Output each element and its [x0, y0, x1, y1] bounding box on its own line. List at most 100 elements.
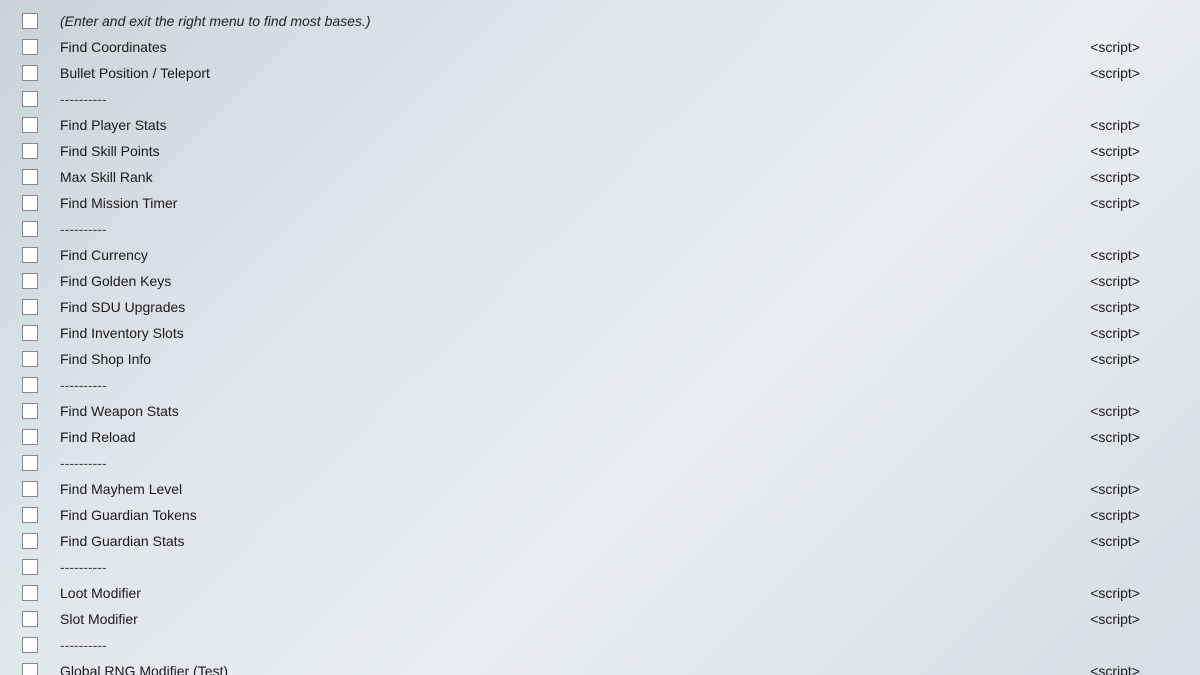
checkbox-cell — [0, 39, 60, 55]
script-cell-23[interactable]: <script> — [1080, 611, 1200, 627]
checkbox-16[interactable] — [22, 429, 38, 445]
note-label: (Enter and exit the right menu to find m… — [60, 13, 1080, 29]
checkbox-cell — [0, 169, 60, 185]
checkbox-6[interactable] — [22, 169, 38, 185]
checkbox-cell — [0, 533, 60, 549]
list-item-row: Find Guardian Stats<script> — [0, 528, 1200, 554]
checkbox-15[interactable] — [22, 403, 38, 419]
item-label: Find Coordinates — [60, 39, 1080, 55]
script-cell-20[interactable]: <script> — [1080, 533, 1200, 549]
item-label: Global RNG Modifier (Test) — [60, 663, 1080, 675]
script-cell-15[interactable]: <script> — [1080, 403, 1200, 419]
separator-label: ---------- — [60, 91, 1080, 107]
checkbox-19[interactable] — [22, 507, 38, 523]
checkbox-4[interactable] — [22, 117, 38, 133]
item-label: Find Reload — [60, 429, 1080, 445]
separator-label: ---------- — [60, 377, 1080, 393]
item-label: Find Skill Points — [60, 143, 1080, 159]
checkbox-10[interactable] — [22, 273, 38, 289]
list-item-row: Find Guardian Tokens<script> — [0, 502, 1200, 528]
script-cell-22[interactable]: <script> — [1080, 585, 1200, 601]
list-item-row: Find Mayhem Level<script> — [0, 476, 1200, 502]
item-label: Find Shop Info — [60, 351, 1080, 367]
checkbox-14[interactable] — [22, 377, 38, 393]
script-cell-18[interactable]: <script> — [1080, 481, 1200, 497]
checkbox-21[interactable] — [22, 559, 38, 575]
list-item-row: Bullet Position / Teleport<script> — [0, 60, 1200, 86]
item-label: Slot Modifier — [60, 611, 1080, 627]
script-cell-5[interactable]: <script> — [1080, 143, 1200, 159]
checkbox-0[interactable] — [22, 13, 38, 29]
list-item-row: Slot Modifier<script> — [0, 606, 1200, 632]
checkbox-11[interactable] — [22, 299, 38, 315]
checkbox-18[interactable] — [22, 481, 38, 497]
checkbox-2[interactable] — [22, 65, 38, 81]
checkbox-7[interactable] — [22, 195, 38, 211]
checkbox-23[interactable] — [22, 611, 38, 627]
script-cell-13[interactable]: <script> — [1080, 351, 1200, 367]
checkbox-9[interactable] — [22, 247, 38, 263]
separator-row: ---------- — [0, 216, 1200, 242]
script-cell-10[interactable]: <script> — [1080, 273, 1200, 289]
checkbox-cell — [0, 351, 60, 367]
checkbox-8[interactable] — [22, 221, 38, 237]
separator-row: ---------- — [0, 632, 1200, 658]
script-cell-19[interactable]: <script> — [1080, 507, 1200, 523]
list-item-row: Find Reload<script> — [0, 424, 1200, 450]
script-cell-1[interactable]: <script> — [1080, 39, 1200, 55]
script-cell-9[interactable]: <script> — [1080, 247, 1200, 263]
checkbox-1[interactable] — [22, 39, 38, 55]
separator-label: ---------- — [60, 559, 1080, 575]
checkbox-cell — [0, 65, 60, 81]
item-label: Find Player Stats — [60, 117, 1080, 133]
checkbox-cell — [0, 195, 60, 211]
item-label: Find Guardian Stats — [60, 533, 1080, 549]
checkbox-cell — [0, 663, 60, 675]
list-item-row: Find Mission Timer<script> — [0, 190, 1200, 216]
separator-label: ---------- — [60, 455, 1080, 471]
script-cell-2[interactable]: <script> — [1080, 65, 1200, 81]
checkbox-cell — [0, 403, 60, 419]
checkbox-cell — [0, 91, 60, 107]
list-item-row: Find Shop Info<script> — [0, 346, 1200, 372]
script-cell-16[interactable]: <script> — [1080, 429, 1200, 445]
note-row: (Enter and exit the right menu to find m… — [0, 8, 1200, 34]
checkbox-cell — [0, 143, 60, 159]
checkbox-25[interactable] — [22, 663, 38, 675]
checkbox-3[interactable] — [22, 91, 38, 107]
checkbox-cell — [0, 273, 60, 289]
list-item-row: Find Currency<script> — [0, 242, 1200, 268]
checkbox-24[interactable] — [22, 637, 38, 653]
checkbox-cell — [0, 611, 60, 627]
item-label: Find Mayhem Level — [60, 481, 1080, 497]
checkbox-22[interactable] — [22, 585, 38, 601]
main-container: (Enter and exit the right menu to find m… — [0, 0, 1200, 675]
checkbox-12[interactable] — [22, 325, 38, 341]
script-cell-4[interactable]: <script> — [1080, 117, 1200, 133]
list-item-row: Find Skill Points<script> — [0, 138, 1200, 164]
script-cell-11[interactable]: <script> — [1080, 299, 1200, 315]
checkbox-5[interactable] — [22, 143, 38, 159]
item-label: Loot Modifier — [60, 585, 1080, 601]
item-label: Find SDU Upgrades — [60, 299, 1080, 315]
list-item-row: Find Player Stats<script> — [0, 112, 1200, 138]
list-item-row: Max Skill Rank<script> — [0, 164, 1200, 190]
list-item-row: Find Weapon Stats<script> — [0, 398, 1200, 424]
script-cell-25[interactable]: <script> — [1080, 663, 1200, 675]
checkbox-cell — [0, 455, 60, 471]
list-item-row: Find Coordinates<script> — [0, 34, 1200, 60]
list-item-row: Find SDU Upgrades<script> — [0, 294, 1200, 320]
separator-label: ---------- — [60, 637, 1080, 653]
script-cell-12[interactable]: <script> — [1080, 325, 1200, 341]
checkbox-17[interactable] — [22, 455, 38, 471]
checkbox-20[interactable] — [22, 533, 38, 549]
checkbox-cell — [0, 299, 60, 315]
script-cell-6[interactable]: <script> — [1080, 169, 1200, 185]
separator-row: ---------- — [0, 372, 1200, 398]
checkbox-13[interactable] — [22, 351, 38, 367]
separator-row: ---------- — [0, 86, 1200, 112]
checkbox-cell — [0, 429, 60, 445]
script-cell-7[interactable]: <script> — [1080, 195, 1200, 211]
item-label: Find Mission Timer — [60, 195, 1080, 211]
checkbox-cell — [0, 325, 60, 341]
